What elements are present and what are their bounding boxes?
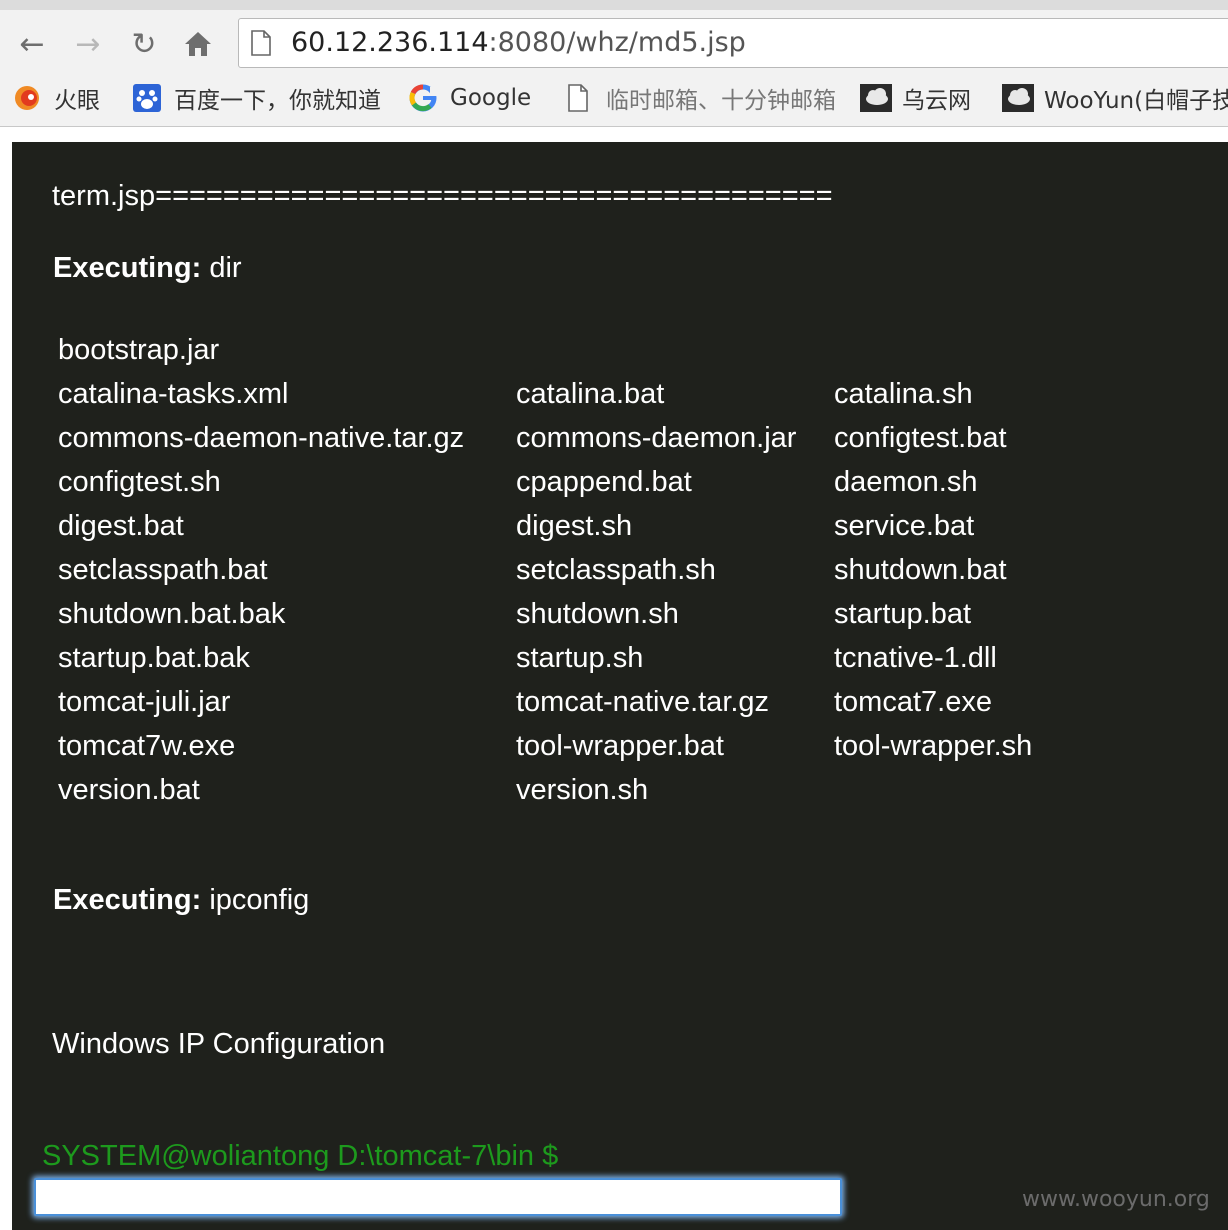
exec-line-ipconfig: Executing: ipconfig [53,884,309,917]
file-entry: version.bat [58,774,200,806]
bookmark-wooyun[interactable]: 乌云网 [860,82,971,114]
wooyun-cloud-icon [1002,83,1034,113]
file-entry: configtest.sh [58,466,221,498]
table-row: version.bat version.sh [58,768,1142,812]
web-terminal: term.jsp================================… [12,142,1228,1230]
file-entry: configtest.bat [834,422,1007,454]
file-entry: tomcat7.exe [834,686,992,718]
table-row: configtest.sh cpappend.bat daemon.sh [58,460,1142,504]
bookmark-label: WooYun(白帽子技 [1044,88,1228,114]
file-entry: commons-daemon.jar [516,422,797,454]
shell-prompt: SYSTEM@woliantong D:\tomcat-7\bin $ [42,1140,559,1172]
address-bar[interactable]: 60.12.236.114:8080/whz/md5.jsp [238,18,1228,68]
file-entry [834,768,1142,812]
table-row: tomcat-juli.jar tomcat-native.tar.gz tomca… [58,680,1142,724]
huoyan-icon [12,83,42,113]
file-entry: setclasspath.sh [516,554,716,586]
browser-toolbar: ← → ↻ 60.12.236.114:8080/whz/md5.jsp 火眼 … [0,0,1228,127]
table-row: shutdown.bat.bak shutdown.sh startup.bat [58,592,1142,636]
url-host: 60.12.236.114 [291,27,489,58]
file-entry: digest.sh [516,510,633,542]
file-entry: service.bat [834,510,975,542]
bookmarks-bar: 火眼 百度一下，你就知道 Google 临时邮箱、十分钟邮箱 乌云网 WooYu… [0,76,1228,120]
file-entry: setclasspath.bat [58,554,268,586]
file-entry: tool-wrapper.sh [834,730,1033,762]
home-icon-graphic [185,32,211,56]
file-entry [834,328,1142,372]
bookmark-label: 临时邮箱、十分钟邮箱 [606,88,836,114]
file-entry: tcnative-1.dll [834,642,997,674]
exec-command: ipconfig [209,884,310,916]
google-icon [408,83,438,113]
file-entry: shutdown.bat [834,554,1007,586]
file-entry: shutdown.bat.bak [58,598,286,630]
forward-arrow-icon[interactable]: → [70,24,106,64]
file-entry: digest.bat [58,510,184,542]
file-entry: version.sh [516,774,649,806]
file-entry: tool-wrapper.bat [516,730,724,762]
file-entry: startup.sh [516,642,644,674]
exec-command: dir [209,252,242,284]
file-entry: cpappend.bat [516,466,692,498]
file-entry: tomcat-juli.jar [58,686,231,718]
file-entry: shutdown.sh [516,598,679,630]
dir-listing: bootstrap.jar catalina-tasks.xml catalina.… [58,328,1142,812]
bookmark-wooyun-whitehat[interactable]: WooYun(白帽子技 [1002,82,1228,114]
bookmark-temp-mail[interactable]: 临时邮箱、十分钟邮箱 [564,82,836,114]
reload-icon[interactable]: ↻ [126,24,162,64]
bookmark-huoyan[interactable]: 火眼 [12,82,100,114]
wooyun-cloud-icon [860,83,892,113]
table-row: commons-daemon-native.tar.gz commons-daem… [58,416,1142,460]
bookmark-baidu[interactable]: 百度一下，你就知道 [132,82,381,114]
exec-label: Executing: [53,884,202,916]
file-entry [516,328,834,372]
file-entry: catalina-tasks.xml [58,378,289,410]
ipconfig-output: Windows IP Configuration [52,1028,386,1060]
file-entry: catalina.sh [834,378,973,410]
file-entry: bootstrap.jar [58,334,220,366]
table-row: bootstrap.jar [58,328,1142,372]
url-path: :8080/whz/md5.jsp [488,27,746,58]
command-input[interactable] [34,1178,842,1216]
table-row: digest.bat digest.sh service.bat [58,504,1142,548]
terminal-title: term.jsp================================… [52,180,833,212]
page-icon [564,83,594,113]
bookmark-label: 火眼 [54,88,100,114]
url-text[interactable]: 60.12.236.114:8080/whz/md5.jsp [291,27,746,58]
file-entry: daemon.sh [834,466,978,498]
watermark: www.wooyun.org [1022,1187,1210,1212]
bookmark-label: Google [450,85,532,111]
table-row: catalina-tasks.xml catalina.bat catalina.s… [58,372,1142,416]
tab-strip [0,0,1228,10]
file-entry: startup.bat [834,598,972,630]
bookmark-label: 百度一下，你就知道 [174,88,381,114]
baidu-paw-icon [132,83,162,113]
home-icon[interactable] [180,24,216,64]
table-row: setclasspath.bat setclasspath.sh shutdown.… [58,548,1142,592]
table-row: tomcat7w.exe tool-wrapper.bat tool-wrapper… [58,724,1142,768]
bookmark-label: 乌云网 [902,88,971,114]
file-entry: tomcat7w.exe [58,730,236,762]
file-entry: tomcat-native.tar.gz [516,686,770,718]
file-entry: startup.bat.bak [58,642,250,674]
bookmark-google[interactable]: Google [408,82,531,114]
file-entry: catalina.bat [516,378,665,410]
back-arrow-icon[interactable]: ← [14,24,50,64]
exec-line-dir: Executing: dir [53,252,242,285]
table-row: startup.bat.bak startup.sh tcnative-1.dll [58,636,1142,680]
file-entry: commons-daemon-native.tar.gz [58,422,465,454]
page-icon [251,30,271,56]
exec-label: Executing: [53,252,202,284]
